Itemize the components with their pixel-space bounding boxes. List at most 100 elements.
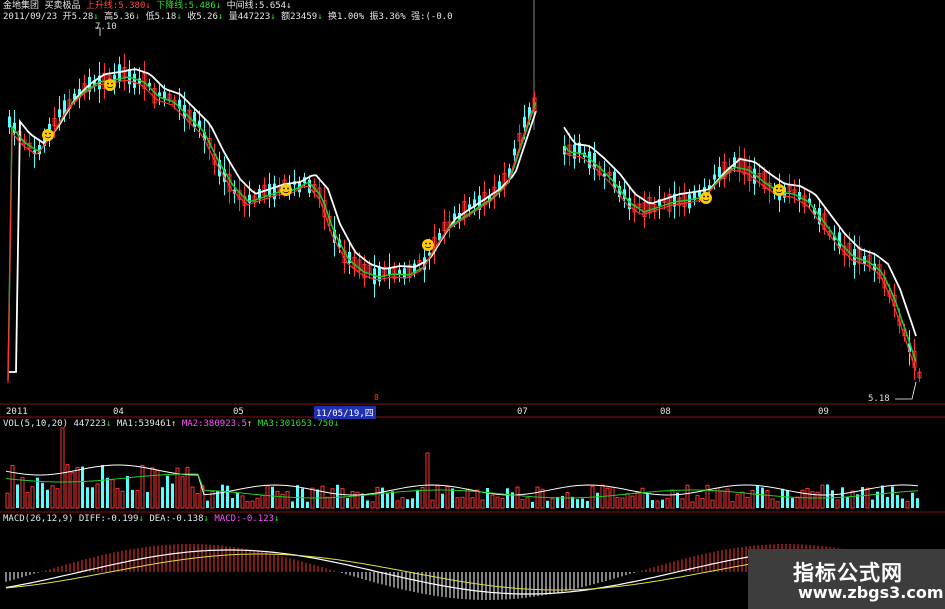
volume-bar-up: [750, 489, 755, 509]
volume-bar-up: [775, 501, 780, 509]
candle-down: [713, 174, 716, 180]
volume-bar-down: [131, 489, 134, 508]
selected-date[interactable]: 11/05/19,四: [314, 406, 376, 419]
volume-bar-up: [670, 489, 675, 509]
macd-dea: DEA:-0.138: [149, 514, 204, 524]
volume-bar-up: [520, 499, 525, 509]
volume-bar-down: [546, 500, 549, 508]
date-label-07: 07: [517, 407, 528, 417]
volume-bar-down: [556, 496, 559, 508]
volume-bar-up: [195, 493, 200, 509]
volume-bar-down: [101, 465, 104, 508]
buy-signal-eye: [425, 242, 427, 245]
buy-signal-eye: [287, 187, 289, 190]
volume-bar-up: [630, 495, 635, 509]
volume-bar-down: [761, 487, 764, 508]
buy-signal-icon: [422, 239, 434, 251]
volume-bar-up: [370, 501, 375, 509]
volume-title[interactable]: VOL(5,10,20): [3, 419, 68, 429]
volume-bar-down: [146, 491, 149, 508]
volume-bar-up: [55, 488, 60, 509]
volume-bar-up: [325, 496, 330, 509]
volume-bar-up: [865, 487, 870, 509]
volume-bar-down: [236, 492, 239, 508]
volume-bar-down: [846, 496, 849, 508]
min-price-label: 5.18: [868, 394, 890, 404]
candle-down: [688, 194, 691, 209]
volume-bar-up: [665, 497, 670, 509]
ma-green-line: [7, 76, 917, 381]
volume-bar-down: [881, 485, 884, 508]
volume-bar-up: [835, 499, 840, 509]
volume-bar-up: [625, 493, 630, 509]
candle-down: [523, 116, 526, 128]
volume-bar-up: [635, 491, 640, 509]
volume-bar-down: [316, 489, 319, 508]
volume-bar-up: [500, 497, 505, 509]
volume-bar-down: [161, 487, 164, 508]
volume-bar-down: [831, 490, 834, 508]
volume-bar-up: [180, 476, 185, 509]
volume-bar-up: [470, 497, 475, 509]
volume-bar-up: [735, 494, 740, 509]
volume-bar-up: [640, 487, 645, 509]
volume-bar-up: [550, 498, 555, 509]
volume-bar-up: [850, 490, 855, 509]
buy-signal-eye: [283, 187, 285, 190]
volume-value: 447223: [73, 419, 106, 429]
volume-bar-down: [886, 496, 889, 508]
volume-bar-down: [901, 498, 904, 508]
volume-bar-up: [515, 486, 520, 509]
candle-down: [8, 116, 11, 128]
volume-bar-up: [475, 489, 480, 509]
buy-signal-icon: [42, 129, 54, 141]
watermark-logo: 指标公式网 www.zbgs3.com: [748, 549, 945, 609]
volume-bar-up: [620, 497, 625, 509]
buy-signal-icon: [104, 79, 116, 91]
candle-down: [193, 111, 196, 128]
volume-bar-down: [126, 475, 129, 508]
volume-bar-up: [60, 427, 65, 509]
volume-bar-up: [655, 500, 660, 509]
volume-bar-up: [565, 492, 570, 509]
volume-bar-up: [685, 484, 690, 509]
volume-bar-down: [391, 491, 394, 508]
volume-bar-up: [465, 488, 470, 509]
volume-bar-down: [336, 484, 339, 508]
volume-bar-down: [791, 498, 794, 508]
volume-bar-down: [41, 482, 44, 508]
ma-red-line: [7, 79, 917, 384]
volume-bar-up: [20, 477, 25, 509]
volume-bar-up: [30, 486, 35, 509]
candle-down: [718, 166, 721, 178]
date-label-08: 08: [660, 407, 671, 417]
macd-value: MACD:-0.123: [214, 514, 274, 524]
volume-bar-up: [265, 485, 270, 509]
volume-bar-up: [375, 486, 380, 509]
volume-bar-up: [245, 501, 250, 509]
volume-bar-up: [460, 496, 465, 509]
volume-bar-up: [770, 498, 775, 509]
buy-signal-eye: [703, 195, 705, 198]
volume-bar-up: [525, 497, 530, 509]
volume-bar-up: [695, 494, 700, 509]
macd-title[interactable]: MACD(26,12,9): [3, 514, 73, 524]
volume-bar-down: [441, 493, 444, 508]
macd-diff: DIFF:-0.199: [78, 514, 139, 524]
volume-bar-down: [756, 485, 759, 508]
date-label-04: 04: [113, 407, 124, 417]
volume-bar-up: [615, 497, 620, 509]
volume-bar-down: [91, 487, 94, 508]
volume-bar-down: [106, 477, 109, 508]
volume-bar-down: [896, 495, 899, 508]
volume-bar-up: [155, 469, 160, 509]
volume-bar-up: [605, 487, 610, 509]
volume-bar-down: [221, 484, 224, 508]
volume-bar-down: [581, 498, 584, 508]
volume-bar-up: [75, 466, 80, 509]
buy-signal-eye: [107, 82, 109, 85]
volume-bar-down: [411, 498, 414, 508]
volume-bar-down: [506, 488, 509, 508]
buy-signal-eye: [49, 132, 51, 135]
volume-bar-up: [190, 486, 195, 509]
